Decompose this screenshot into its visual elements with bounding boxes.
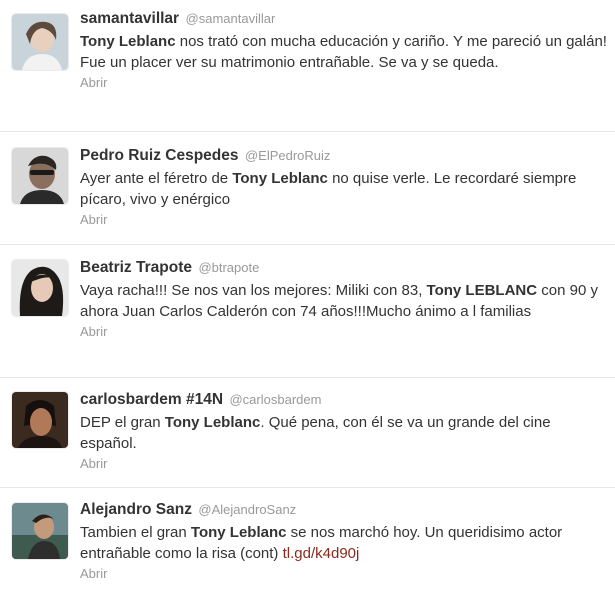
tweet-item: Alejandro Sanz @AlejandroSanz Tambien el…: [0, 488, 615, 604]
open-link[interactable]: Abrir: [80, 74, 608, 91]
open-link[interactable]: Abrir: [80, 211, 608, 228]
tweet-text: Ayer ante el féretro de Tony Leblanc no …: [80, 168, 608, 210]
user-name[interactable]: Beatriz Trapote: [80, 259, 192, 276]
avatar[interactable]: [12, 148, 68, 204]
highlighted-term: Tony Leblanc: [80, 33, 176, 50]
avatar[interactable]: [12, 260, 68, 316]
user-name[interactable]: Alejandro Sanz: [80, 501, 192, 518]
tweet-text: Vaya racha!!! Se nos van los mejores: Mi…: [80, 280, 608, 322]
tweet-text: Tambien el gran Tony Leblanc se nos marc…: [80, 522, 608, 564]
avatar[interactable]: [12, 392, 68, 448]
text-segment: DEP el gran: [80, 414, 165, 431]
user-handle[interactable]: @samantavillar: [186, 11, 276, 26]
tweet-item: Beatriz Trapote @btrapote Vaya racha!!! …: [0, 245, 615, 378]
text-segment: Vaya racha!!! Se nos van los mejores: Mi…: [80, 282, 427, 299]
avatar[interactable]: [12, 14, 68, 70]
text-segment: Ayer ante el féretro de: [80, 170, 233, 187]
tweet-item: samantavillar @samantavillar Tony Leblan…: [0, 0, 615, 132]
avatar[interactable]: [12, 503, 68, 559]
user-name[interactable]: carlosbardem #14N: [80, 391, 223, 408]
highlighted-term: Tony Leblanc: [232, 170, 328, 187]
open-link[interactable]: Abrir: [80, 455, 608, 472]
open-link[interactable]: Abrir: [80, 565, 608, 582]
highlighted-term: Tony Leblanc: [164, 414, 261, 431]
text-segment: Tambien el gran: [80, 524, 191, 541]
open-link[interactable]: Abrir: [80, 323, 608, 340]
user-name[interactable]: Pedro Ruiz Cespedes: [80, 147, 239, 164]
user-name[interactable]: samantavillar: [80, 10, 179, 27]
tweet-text: DEP el gran Tony Leblanc. Qué pena, con …: [80, 412, 608, 454]
user-handle[interactable]: @carlosbardem: [229, 392, 321, 407]
user-handle[interactable]: @ElPedroRuiz: [245, 148, 330, 163]
user-handle[interactable]: @AlejandroSanz: [198, 502, 296, 517]
tweet-item: Pedro Ruiz Cespedes @ElPedroRuiz Ayer an…: [0, 132, 615, 245]
user-handle[interactable]: @btrapote: [198, 260, 259, 275]
tweet-item: carlosbardem #14N @carlosbardem DEP el g…: [0, 378, 615, 488]
tweet-text: Tony Leblanc nos trató con mucha educaci…: [80, 31, 608, 73]
highlighted-term: Tony Leblanc: [190, 524, 287, 541]
highlighted-term: Tony LEBLANC: [426, 282, 538, 299]
shortened-link[interactable]: tl.gd/k4d90j: [283, 545, 360, 562]
